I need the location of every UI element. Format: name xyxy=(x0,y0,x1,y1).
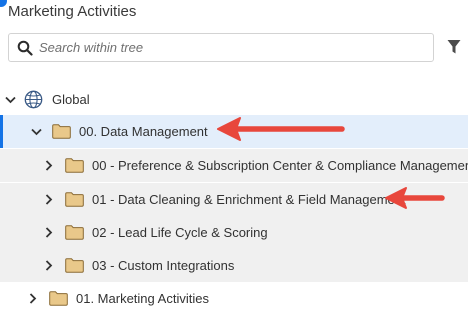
folder-icon xyxy=(65,258,84,273)
tree-node-label: 00 - Preference & Subscription Center & … xyxy=(92,158,468,173)
tree-node-marketing-activities[interactable]: 01. Marketing Activities xyxy=(0,282,468,313)
folder-icon xyxy=(65,192,84,207)
tree-node-child-3[interactable]: 03 - Custom Integrations xyxy=(0,249,468,282)
chevron-right-icon[interactable] xyxy=(27,293,39,305)
red-arrow-icon xyxy=(385,187,445,209)
panel-title: Marketing Activities xyxy=(8,3,137,20)
search-input[interactable] xyxy=(39,40,419,55)
tree-node-label: 03 - Custom Integrations xyxy=(92,258,235,273)
search-icon xyxy=(11,34,39,62)
tree-node-child-2[interactable]: 02 - Lead Life Cycle & Scoring xyxy=(0,216,468,249)
status-dot xyxy=(0,0,7,7)
filter-icon[interactable] xyxy=(446,38,462,56)
chevron-right-icon[interactable] xyxy=(43,227,55,239)
chevron-down-icon[interactable] xyxy=(30,126,42,138)
tree-node-child-0[interactable]: 00 - Preference & Subscription Center & … xyxy=(0,149,468,182)
chevron-down-icon[interactable] xyxy=(4,94,16,106)
tree-node-label: Global xyxy=(52,92,90,107)
tree-node-label: 01. Marketing Activities xyxy=(76,291,209,306)
folder-icon xyxy=(65,225,84,240)
search-box[interactable] xyxy=(8,33,434,62)
tree-node-global[interactable]: Global xyxy=(0,83,468,116)
chevron-right-icon[interactable] xyxy=(43,260,55,272)
folder-icon xyxy=(49,291,68,306)
tree-node-label: 01 - Data Cleaning & Enrichment & Field … xyxy=(92,192,406,207)
folder-icon xyxy=(52,124,71,139)
chevron-right-icon[interactable] xyxy=(43,160,55,172)
tree-node-label: 02 - Lead Life Cycle & Scoring xyxy=(92,225,268,240)
red-arrow-icon xyxy=(217,117,345,141)
tree-node-label: 00. Data Management xyxy=(79,124,208,139)
globe-icon xyxy=(24,90,43,109)
chevron-right-icon[interactable] xyxy=(43,194,55,206)
folder-icon xyxy=(65,158,84,173)
